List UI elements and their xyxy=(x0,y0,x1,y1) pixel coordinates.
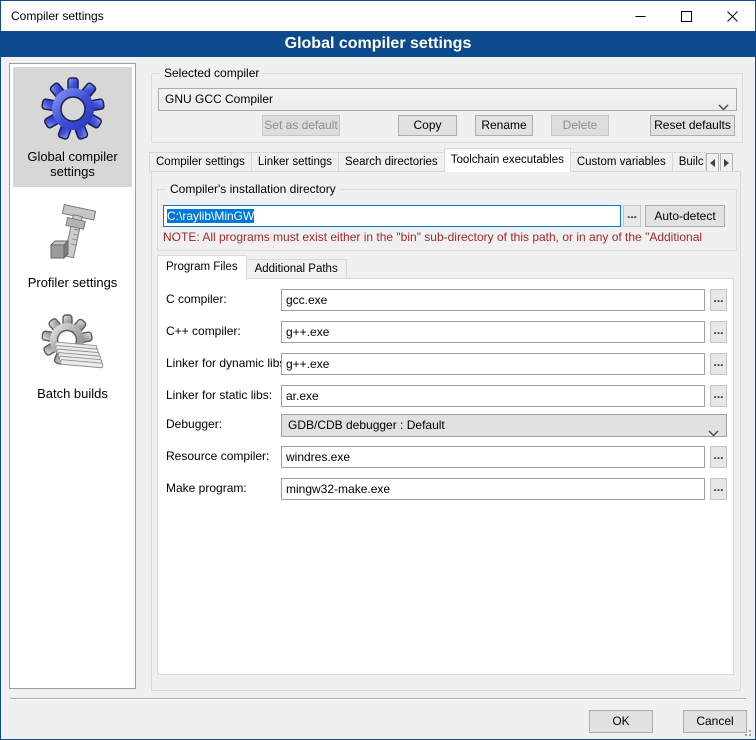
settings-category-sidebar: Global compiler settings xyxy=(9,63,136,689)
debugger-dropdown[interactable]: GDB/CDB debugger : Default xyxy=(281,414,727,437)
browse-cpp-compiler-button[interactable]: ... xyxy=(710,321,727,343)
tab-search-directories[interactable]: Search directories xyxy=(338,152,445,172)
linker-static-input[interactable] xyxy=(281,385,705,407)
maximize-button[interactable] xyxy=(663,1,709,31)
linker-dynamic-input[interactable] xyxy=(281,353,705,375)
delete-button[interactable]: Delete xyxy=(551,115,609,136)
caliper-icon xyxy=(41,203,105,267)
ok-button[interactable]: OK xyxy=(589,710,653,733)
gray-gear-stack-icon xyxy=(41,314,105,378)
tab-build-options-clipped[interactable]: Builc xyxy=(672,152,706,172)
copy-button[interactable]: Copy xyxy=(398,115,457,136)
blue-gear-icon xyxy=(41,77,105,141)
browse-c-compiler-button[interactable]: ... xyxy=(710,289,727,311)
linker-static-label: Linker for static libs: xyxy=(166,388,272,402)
make-program-label: Make program: xyxy=(166,481,247,495)
toolchain-executables-page: Compiler's installation directory C:\ray… xyxy=(151,171,741,691)
chevron-down-icon xyxy=(708,423,719,437)
minimize-button[interactable] xyxy=(617,1,663,31)
sidebar-item-label: Global compiler settings xyxy=(15,149,130,179)
tab-compiler-settings[interactable]: Compiler settings xyxy=(149,152,252,172)
installation-directory-group: Compiler's installation directory C:\ray… xyxy=(157,189,737,251)
selected-compiler-dropdown[interactable]: GNU GCC Compiler xyxy=(158,88,737,111)
tab-linker-settings[interactable]: Linker settings xyxy=(251,152,339,172)
field-row-cpp-compiler: C++ compiler: ... xyxy=(158,321,733,344)
toolchain-subtab-strip: Program Files Additional Paths xyxy=(157,255,346,279)
debugger-label: Debugger: xyxy=(166,417,222,431)
subtab-program-files[interactable]: Program Files xyxy=(157,255,247,279)
close-icon xyxy=(727,11,738,22)
cancel-button[interactable]: Cancel xyxy=(683,710,747,733)
selected-compiler-group: Selected compiler GNU GCC Compiler Set a… xyxy=(151,73,743,143)
cpp-compiler-label: C++ compiler: xyxy=(166,324,241,338)
tab-toolchain-executables[interactable]: Toolchain executables xyxy=(444,148,571,172)
chevron-down-icon xyxy=(718,97,729,111)
subtab-additional-paths[interactable]: Additional Paths xyxy=(246,259,347,279)
resource-compiler-label: Resource compiler: xyxy=(166,449,269,463)
tab-scroll-left-button[interactable] xyxy=(706,153,719,172)
maximize-icon xyxy=(681,11,692,22)
tab-custom-variables[interactable]: Custom variables xyxy=(570,152,673,172)
close-button[interactable] xyxy=(709,1,755,31)
sidebar-item-label: Batch builds xyxy=(15,386,130,401)
c-compiler-label: C compiler: xyxy=(166,292,227,306)
sidebar-item-batch-builds[interactable]: Batch builds xyxy=(13,304,132,409)
reset-defaults-button[interactable]: Reset defaults xyxy=(650,115,735,136)
field-row-make-program: Make program: ... xyxy=(158,478,733,501)
c-compiler-input[interactable] xyxy=(281,289,705,311)
tab-scroll-right-button[interactable] xyxy=(720,153,733,172)
settings-tab-strip: Compiler settings Linker settings Search… xyxy=(149,148,733,172)
field-row-c-compiler: C compiler: ... xyxy=(158,289,733,312)
resize-grip[interactable] xyxy=(742,726,752,736)
field-row-linker-static: Linker for static libs: ... xyxy=(158,385,733,408)
browse-make-program-button[interactable]: ... xyxy=(710,478,727,500)
browse-linker-dynamic-button[interactable]: ... xyxy=(710,353,727,375)
browse-resource-compiler-button[interactable]: ... xyxy=(710,446,727,468)
tab-scroll-controls xyxy=(705,153,733,172)
arrow-left-icon xyxy=(710,159,715,167)
compiler-settings-window: Compiler settings Global compiler settin… xyxy=(0,0,756,740)
sidebar-item-label: Profiler settings xyxy=(15,275,130,290)
browse-linker-static-button[interactable]: ... xyxy=(710,385,727,407)
set-as-default-button[interactable]: Set as default xyxy=(262,115,340,136)
installation-directory-group-label: Compiler's installation directory xyxy=(166,182,340,196)
window-title: Compiler settings xyxy=(11,9,104,23)
rename-button[interactable]: Rename xyxy=(475,115,533,136)
resource-compiler-input[interactable] xyxy=(281,446,705,468)
selected-compiler-value: GNU GCC Compiler xyxy=(165,92,273,106)
installation-directory-input[interactable]: C:\raylib\MinGW xyxy=(163,205,621,227)
installation-directory-value: C:\raylib\MinGW xyxy=(167,209,254,223)
page-title: Global compiler settings xyxy=(1,31,755,57)
program-files-page: C compiler: ... C++ compiler: ... Linker… xyxy=(157,278,734,675)
linker-dynamic-label: Linker for dynamic libs: xyxy=(166,356,289,370)
bin-subdirectory-note: NOTE: All programs must exist either in … xyxy=(163,230,733,244)
field-row-resource-compiler: Resource compiler: ... xyxy=(158,446,733,469)
sidebar-item-global-compiler-settings[interactable]: Global compiler settings xyxy=(13,67,132,187)
title-bar[interactable]: Compiler settings xyxy=(1,1,755,31)
minimize-icon xyxy=(635,11,646,22)
cpp-compiler-input[interactable] xyxy=(281,321,705,343)
field-row-linker-dynamic: Linker for dynamic libs: ... xyxy=(158,353,733,376)
debugger-value: GDB/CDB debugger : Default xyxy=(288,418,445,432)
auto-detect-button[interactable]: Auto-detect xyxy=(645,205,725,227)
footer-separator xyxy=(10,698,746,700)
make-program-input[interactable] xyxy=(281,478,705,500)
sidebar-item-profiler-settings[interactable]: Profiler settings xyxy=(13,193,132,298)
arrow-right-icon xyxy=(724,159,729,167)
field-row-debugger: Debugger: GDB/CDB debugger : Default xyxy=(158,414,733,437)
selected-compiler-group-label: Selected compiler xyxy=(160,66,263,80)
browse-installation-directory-button[interactable]: ... xyxy=(623,205,641,227)
